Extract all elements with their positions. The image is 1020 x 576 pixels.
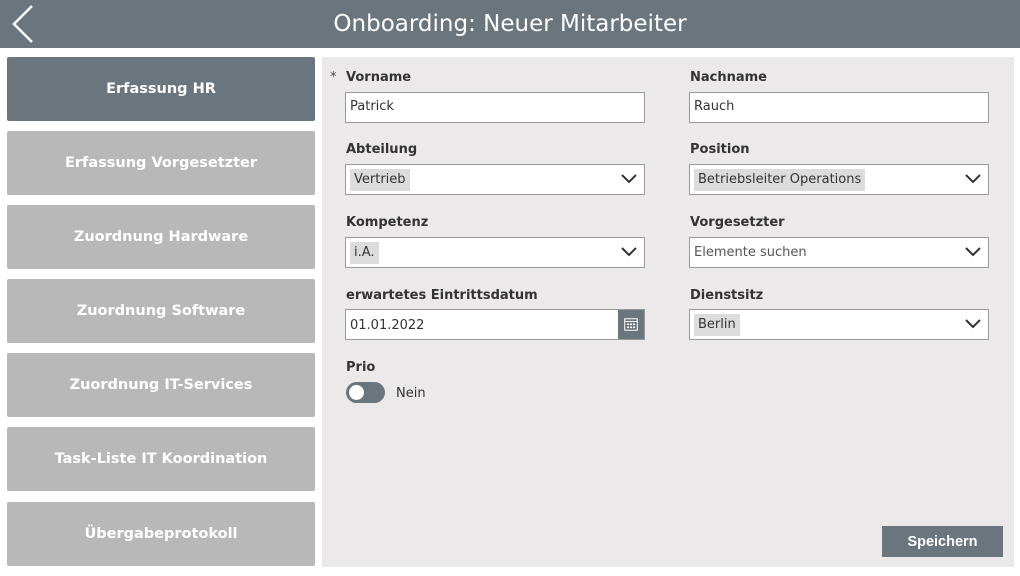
required-marker: * [330,70,337,85]
abteilung-selected-chip: Vertrieb [350,169,410,191]
kompetenz-dropdown[interactable]: i.A. [345,237,645,268]
dienstsitz-dropdown[interactable]: Berlin [689,309,989,340]
nachname-label: Nachname [690,70,768,85]
kompetenz-label: Kompetenz [346,215,429,230]
nav-item-label: Zuordnung Software [76,303,246,319]
nav-item-label: Task-Liste IT Koordination [54,451,268,467]
calendar-icon [624,318,638,331]
chevron-left-icon [12,5,33,43]
page-title: Onboarding: Neuer Mitarbeiter [333,11,687,37]
nav-item-uebergabeprotokoll[interactable]: Übergabeprotokoll [7,502,315,566]
position-label: Position [690,142,750,157]
kompetenz-selected-chip: i.A. [350,242,379,264]
dienstsitz-selected-chip: Berlin [694,314,740,336]
chevron-down-icon [965,247,981,257]
prio-toggle[interactable] [346,382,385,403]
vorname-value: Patrick [350,99,394,114]
save-button[interactable]: Speichern [882,526,1003,557]
nav-item-label: Erfassung HR [106,81,216,97]
nachname-field[interactable]: Rauch [689,92,989,123]
prio-state-text: Nein [396,386,426,401]
abteilung-dropdown[interactable]: Vertrieb [345,164,645,195]
header-bar: Onboarding: Neuer Mitarbeiter [0,0,1020,48]
chevron-down-icon [621,247,637,257]
nav-item-task-liste[interactable]: Task-Liste IT Koordination [7,427,315,491]
nav-item-zuordnung-software[interactable]: Zuordnung Software [7,279,315,343]
back-button[interactable] [8,2,44,46]
position-dropdown[interactable]: Betriebsleiter Operations [689,164,989,195]
position-selected-chip: Betriebsleiter Operations [694,169,866,191]
toggle-knob [349,385,364,400]
vorgesetzter-placeholder: Elemente suchen [694,245,807,260]
eintrittsdatum-value: 01.01.2022 [350,318,425,333]
dienstsitz-label: Dienstsitz [690,288,764,303]
nav-item-erfassung-vorgesetzter[interactable]: Erfassung Vorgesetzter [7,131,315,195]
chevron-down-icon [621,174,637,184]
nav-item-zuordnung-hardware[interactable]: Zuordnung Hardware [7,205,315,269]
chevron-down-icon [965,319,981,329]
vorgesetzter-label: Vorgesetzter [690,215,785,230]
nav-item-label: Zuordnung IT-Services [69,377,253,393]
vorname-label: Vorname [346,70,412,85]
vorname-field[interactable]: Patrick [345,92,645,123]
nav-item-label: Übergabeprotokoll [84,526,238,542]
nav-item-erfassung-hr[interactable]: Erfassung HR [7,57,315,121]
nav-item-label: Zuordnung Hardware [73,229,249,245]
nav-item-label: Erfassung Vorgesetzter [65,155,257,171]
calendar-button[interactable] [618,310,644,339]
nav-item-zuordnung-it-services[interactable]: Zuordnung IT-Services [7,353,315,417]
chevron-down-icon [965,174,981,184]
prio-label: Prio [346,360,376,375]
eintrittsdatum-label: erwartetes Eintrittsdatum [346,288,538,303]
abteilung-label: Abteilung [346,142,418,157]
nachname-value: Rauch [694,99,735,114]
eintrittsdatum-date-picker[interactable]: 01.01.2022 [345,309,645,340]
vorgesetzter-combobox[interactable]: Elemente suchen [689,237,989,268]
